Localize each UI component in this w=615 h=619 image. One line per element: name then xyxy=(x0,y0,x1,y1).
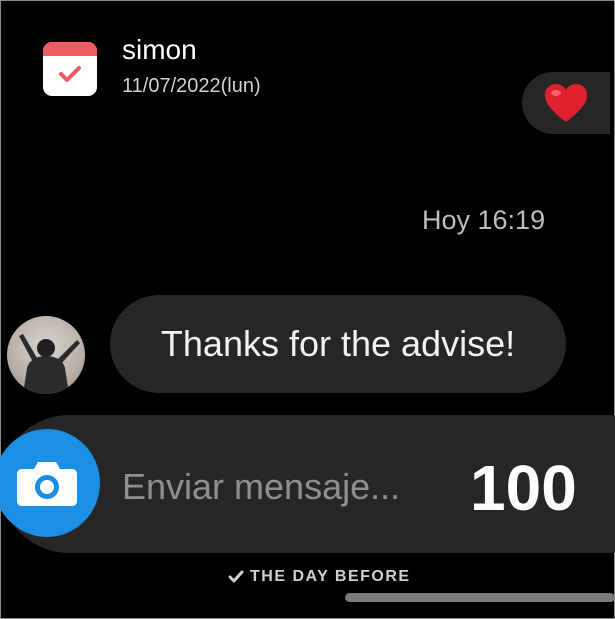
message-text: Thanks for the advise! xyxy=(160,323,516,364)
avatar[interactable] xyxy=(7,316,85,394)
message-input[interactable] xyxy=(122,462,442,512)
sender-name: simon xyxy=(122,34,197,65)
message-date: 11/07/2022(lun) xyxy=(122,75,261,97)
heart-icon xyxy=(545,84,587,122)
calendar-check-icon xyxy=(43,42,97,96)
scrollbar[interactable] xyxy=(345,593,615,602)
reaction-button[interactable] xyxy=(522,72,610,134)
message-timestamp: Hoy 16:19 xyxy=(422,205,546,235)
check-icon xyxy=(228,570,244,583)
camera-icon xyxy=(17,462,77,506)
message-bubble: Thanks for the advise! xyxy=(110,295,566,393)
footer-label: THE DAY BEFORE xyxy=(228,568,411,586)
character-counter: 100 xyxy=(470,452,577,524)
footer-text: THE DAY BEFORE xyxy=(250,568,411,585)
